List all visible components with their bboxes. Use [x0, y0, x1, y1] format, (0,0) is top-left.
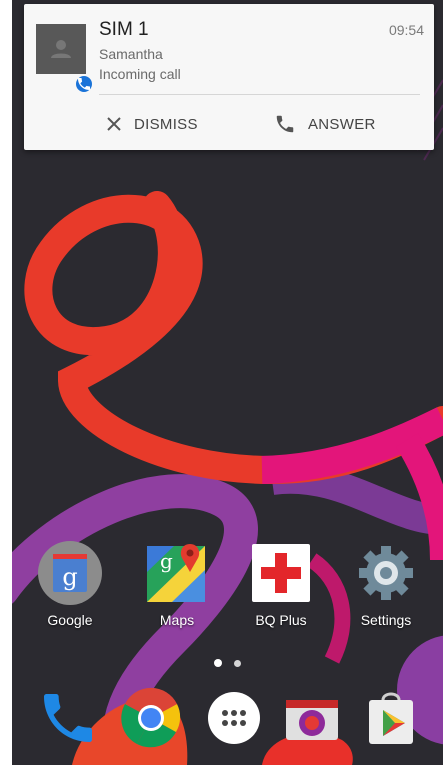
- page-indicator: [212, 658, 252, 668]
- call-badge-icon: [74, 74, 94, 94]
- caller-name: Samantha: [99, 46, 163, 62]
- app-google-label: Google: [47, 612, 93, 628]
- app-settings-label: Settings: [360, 612, 412, 628]
- dismiss-button[interactable]: DISMISS: [106, 108, 198, 140]
- app-drawer-icon: [208, 692, 260, 744]
- dismiss-label: DISMISS: [134, 115, 198, 133]
- google-search-icon: g: [37, 540, 103, 606]
- bq-plus-icon: [248, 540, 314, 606]
- dock-chrome[interactable]: [119, 686, 183, 750]
- dock-phone[interactable]: [36, 686, 100, 750]
- svg-text:g: g: [160, 549, 173, 573]
- app-bq-plus-label: BQ Plus: [255, 612, 307, 628]
- app-google[interactable]: g Google: [24, 540, 116, 640]
- contact-avatar: [36, 24, 94, 94]
- dock-camera[interactable]: [280, 686, 344, 750]
- chrome-icon: [121, 687, 181, 748]
- camera-icon: [286, 700, 338, 740]
- settings-gear-icon: [353, 540, 419, 606]
- close-icon: [107, 117, 121, 131]
- person-icon: [51, 40, 71, 58]
- page-dot: [234, 660, 241, 667]
- page-dot-active: [214, 659, 222, 667]
- dock-play-store[interactable]: [359, 686, 423, 750]
- phone-icon: [276, 115, 294, 133]
- maps-icon: g: [144, 540, 210, 606]
- app-bq-plus[interactable]: BQ Plus: [235, 540, 327, 640]
- call-status: Incoming call: [99, 66, 181, 82]
- play-store-icon: [369, 692, 413, 744]
- app-maps-label: Maps: [159, 612, 195, 628]
- notification-divider: [99, 94, 420, 95]
- notification-time: 09:54: [388, 22, 424, 38]
- dock-app-drawer[interactable]: [202, 686, 266, 750]
- home-screen: SIM 1 09:54 Samantha Incoming call DISMI…: [12, 0, 443, 765]
- answer-button[interactable]: ANSWER: [274, 108, 376, 140]
- notification-title: SIM 1: [99, 19, 149, 40]
- app-maps[interactable]: g Maps: [131, 540, 223, 640]
- phone-icon: [44, 694, 92, 742]
- incoming-call-notification[interactable]: SIM 1 09:54 Samantha Incoming call DISMI…: [24, 4, 434, 150]
- svg-text:g: g: [62, 563, 77, 591]
- app-settings[interactable]: Settings: [340, 540, 432, 640]
- answer-label: ANSWER: [308, 115, 376, 133]
